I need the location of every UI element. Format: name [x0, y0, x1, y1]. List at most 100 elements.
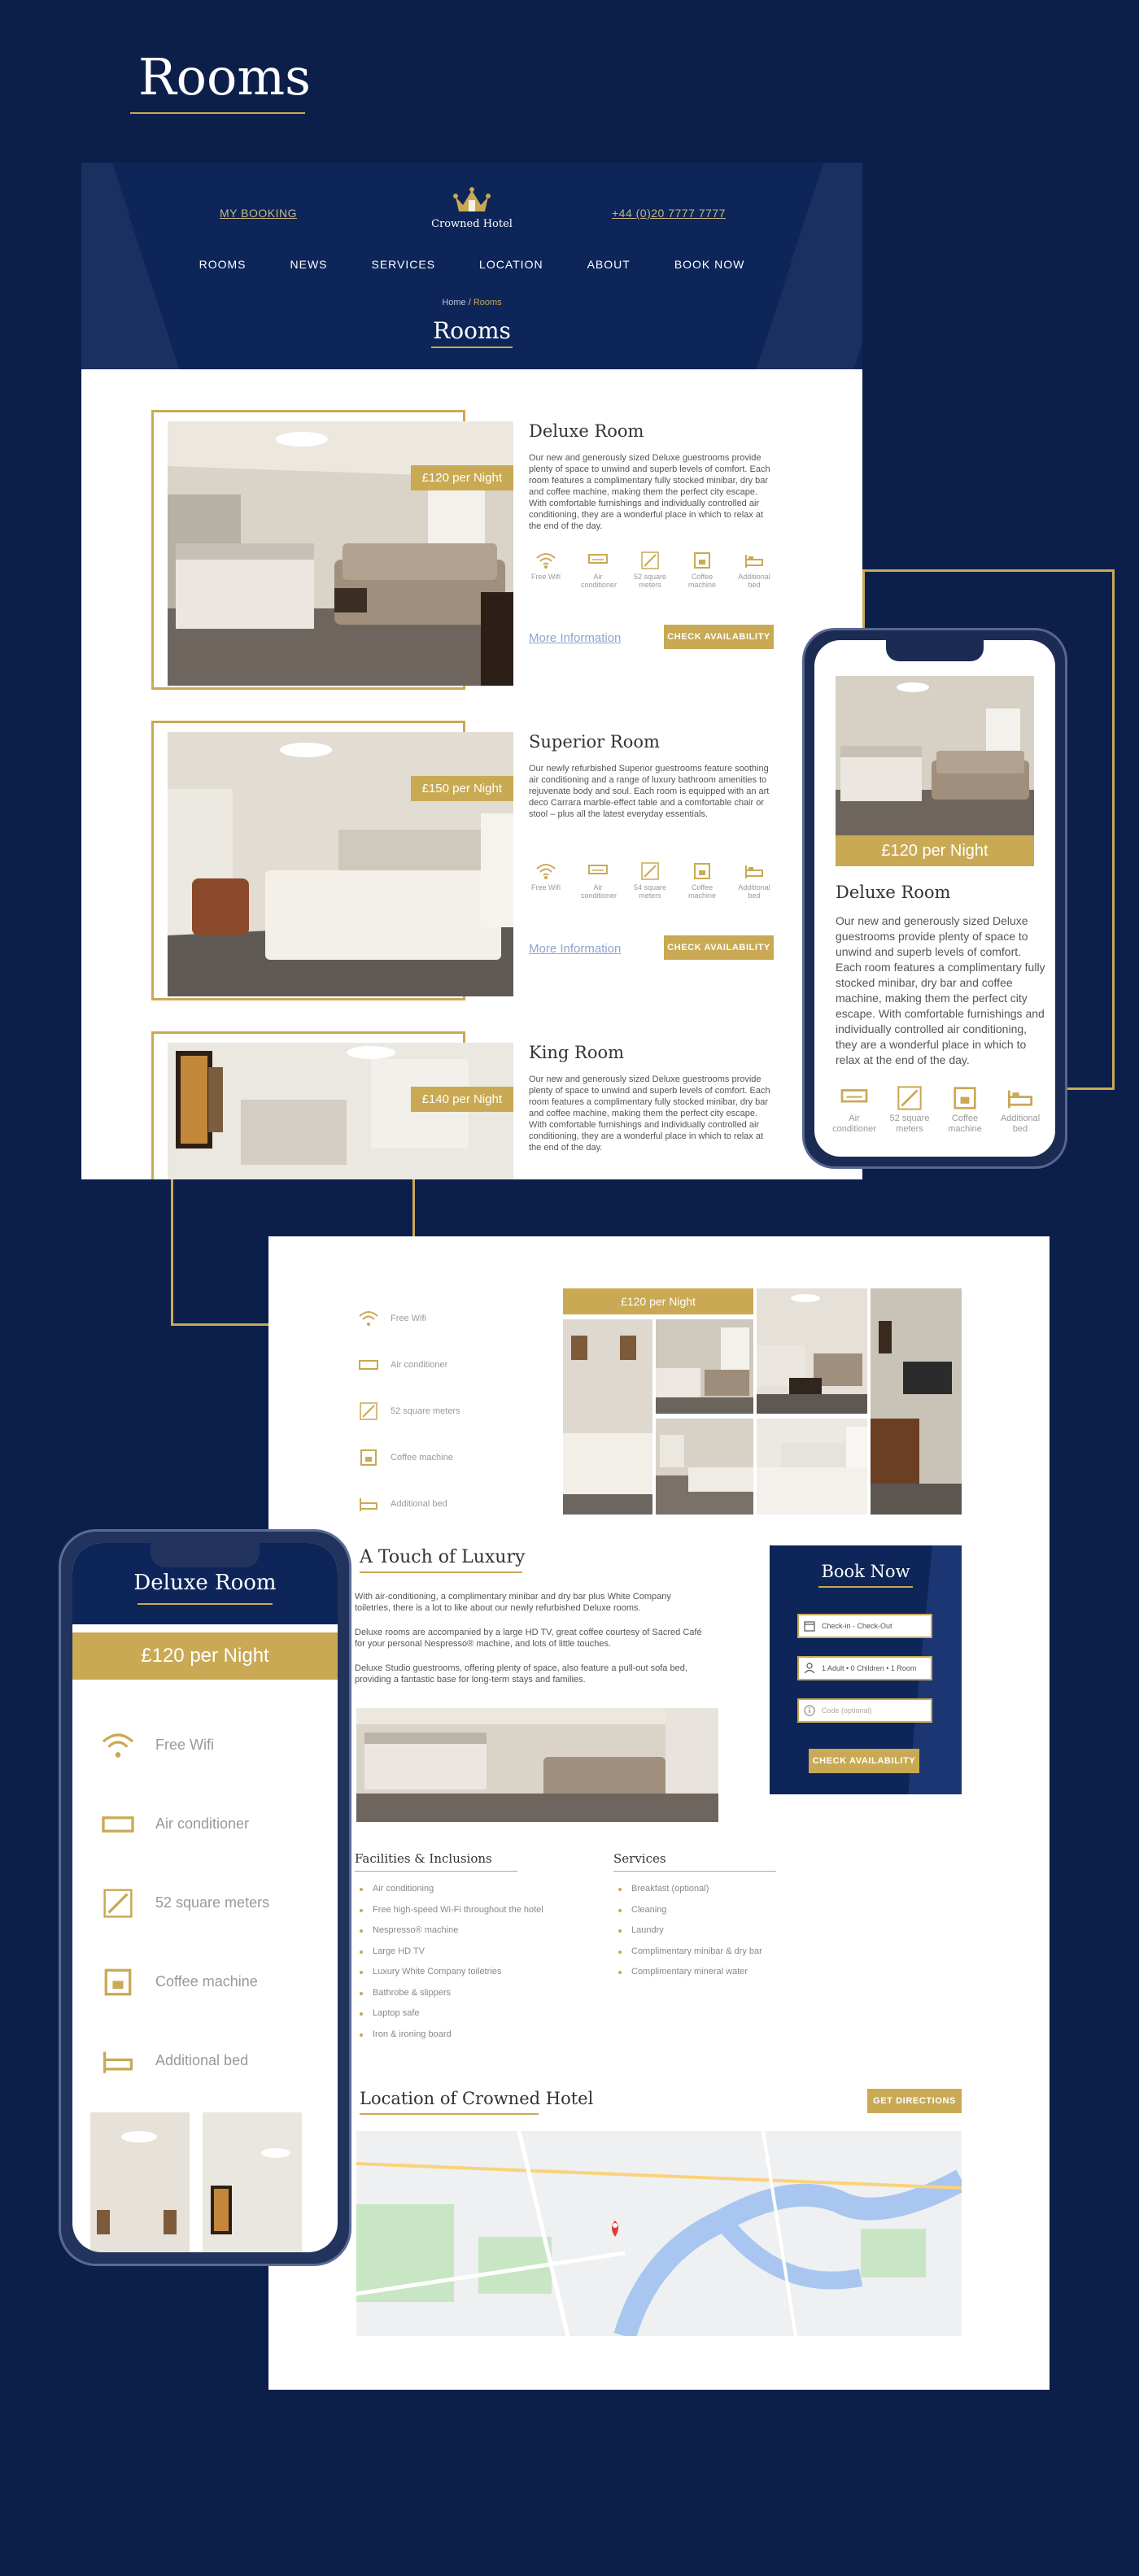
room-name: Superior Room	[529, 732, 660, 752]
list-item: Iron & ironing board	[355, 2025, 543, 2046]
menu-item-about[interactable]: ABOUT	[587, 258, 631, 271]
room-photo[interactable]: £150 per Night	[168, 732, 513, 996]
location-map[interactable]	[356, 2131, 962, 2336]
room-photo[interactable]: £120 per Night	[168, 421, 513, 686]
amenity-bed: Additional bed	[737, 862, 771, 900]
amenities-list: Free Wifi Air conditioner 52 square mete…	[100, 1706, 269, 2100]
amenity-label: Coffee machine	[391, 1452, 453, 1462]
bed-icon	[360, 1497, 377, 1511]
amenity-label: Free Wifi	[155, 1737, 214, 1753]
air-conditioner-icon	[359, 1359, 378, 1370]
phone-link[interactable]: +44 (0)20 7777 7777	[612, 207, 726, 220]
main-menu: ROOMS NEWS SERVICES LOCATION ABOUT BOOK …	[81, 258, 862, 271]
gallery-image-1[interactable]	[563, 1319, 652, 1515]
dates-value: Check-in - Check-Out	[822, 1622, 892, 1630]
facilities-list: Air conditioning Free high-speed Wi-Fi t…	[355, 1879, 543, 2045]
list-item: Laptop safe	[355, 2003, 543, 2025]
phone-screen: £120 per Night Deluxe Room Our new and g…	[814, 640, 1055, 1157]
room-photo[interactable]: £140 per Night	[168, 1043, 513, 1179]
check-availability-button[interactable]: CHECK AVAILABILITY	[664, 625, 774, 649]
menu-item-book-now[interactable]: BOOK NOW	[674, 258, 745, 271]
list-item: Air conditioning	[355, 1879, 543, 1900]
room-title: Deluxe Room	[133, 1571, 277, 1595]
amenity-coffee: Coffee machine	[943, 1086, 987, 1135]
check-availability-button[interactable]: CHECK AVAILABILITY	[809, 1749, 919, 1773]
gallery-image-5[interactable]	[757, 1419, 867, 1515]
paragraph: Deluxe Studio guestrooms, offering plent…	[355, 1663, 687, 1685]
amenity-label: Coffee machine	[687, 883, 717, 900]
phone-notch	[151, 1543, 260, 1567]
amenity-size: 52 square meters	[358, 1388, 460, 1434]
amenities-list: Free Wifi Air conditioner 52 square mete…	[358, 1295, 460, 1527]
page-title: Rooms	[433, 317, 511, 344]
calendar-icon	[804, 1621, 815, 1632]
amenity-coffee: Coffee machine	[358, 1434, 460, 1480]
coffee-machine-icon	[694, 552, 710, 569]
amenity-bed: Additional bed	[100, 2021, 269, 2100]
amenity-label: Additional bed	[155, 2052, 249, 2068]
title-underline	[818, 1586, 913, 1588]
phone-screen: Deluxe Room £120 per Night Free Wifi Air…	[72, 1543, 338, 2252]
amenity-label: Air conditioner	[832, 1114, 876, 1134]
my-booking-link[interactable]: MY BOOKING	[220, 207, 297, 220]
amenity-bed: Additional bed	[737, 551, 771, 589]
gallery-image[interactable]	[90, 2112, 190, 2252]
air-conditioner-icon	[102, 1815, 134, 1833]
breadcrumb-home[interactable]: Home	[442, 298, 465, 307]
promo-code-field[interactable]: Code (optional)	[797, 1698, 932, 1723]
page-header: MY BOOKING +44 (0)20 7777 7777 Crowned H…	[81, 163, 862, 369]
square-meters-icon	[360, 1401, 377, 1420]
services-list: Breakfast (optional) Cleaning Laundry Co…	[613, 1879, 762, 1983]
list-item: Bathrobe & slippers	[355, 1983, 543, 2004]
check-availability-button[interactable]: CHECK AVAILABILITY	[664, 935, 774, 960]
amenity-label: Coffee machine	[948, 1114, 982, 1134]
room-name: Deluxe Room	[836, 883, 951, 902]
crown-logo-icon	[453, 187, 491, 215]
gallery-image-2[interactable]	[656, 1319, 753, 1414]
amenity-label: 52 square meters	[633, 573, 667, 589]
bed-icon	[745, 555, 763, 568]
amenity-label: Additional bed	[1000, 1114, 1041, 1134]
gallery-price-tag: £120 per Night	[563, 1288, 753, 1314]
get-directions-button[interactable]: GET DIRECTIONS	[867, 2089, 962, 2113]
guests-field[interactable]: 1 Adult • 0 Children • 1 Room	[797, 1656, 932, 1680]
list-item: Large HD TV	[355, 1942, 543, 1963]
amenities-row: Free Wifi Air conditioner 52 square mete…	[529, 551, 771, 589]
bed-icon	[745, 865, 763, 878]
room-name: Deluxe Room	[529, 421, 644, 441]
list-item: Complimentary minibar & dry bar	[613, 1942, 762, 1963]
title-underline	[355, 1871, 517, 1872]
gallery-image-6[interactable]	[871, 1288, 962, 1515]
menu-item-news[interactable]: NEWS	[290, 258, 328, 271]
price-tag: £140 per Night	[410, 1087, 513, 1112]
menu-item-services[interactable]: SERVICES	[372, 258, 436, 271]
phone-mockup-room-card: £120 per Night Deluxe Room Our new and g…	[802, 628, 1067, 1169]
menu-item-rooms[interactable]: ROOMS	[199, 258, 247, 271]
paragraph: Deluxe rooms are accompanied by a large …	[355, 1628, 702, 1649]
amenities-row: Free Wifi Air conditioner 54 square mete…	[529, 862, 771, 900]
title-underline	[360, 2113, 539, 2115]
room-photo[interactable]	[836, 676, 1034, 835]
amenity-label: 52 square meters	[155, 1894, 270, 1911]
services-title: Services	[613, 1851, 666, 1866]
gallery-image-4[interactable]	[757, 1288, 867, 1414]
room-description: Our new and generously sized Deluxe gues…	[529, 1074, 770, 1153]
dates-field[interactable]: Check-in - Check-Out	[797, 1614, 932, 1638]
amenity-label: Free Wifi	[531, 573, 561, 581]
more-information-link[interactable]: More Information	[529, 631, 621, 645]
bed-icon	[1008, 1090, 1032, 1109]
price-tag: £120 per Night	[72, 1632, 338, 1680]
hotel-logo[interactable]: Crowned Hotel	[423, 187, 521, 230]
bed-icon	[103, 2051, 133, 2073]
room-description: Our newly refurbished Superior guestroom…	[529, 764, 770, 819]
square-meters-icon	[103, 1888, 133, 1918]
menu-item-location[interactable]: LOCATION	[479, 258, 543, 271]
more-information-link[interactable]: More Information	[529, 942, 621, 956]
room-wide-photo[interactable]	[356, 1708, 718, 1822]
title-underline	[137, 1603, 273, 1605]
gallery-image-3[interactable]	[656, 1419, 753, 1515]
amenity-coffee: Coffee machine	[100, 1942, 269, 2021]
gallery-image[interactable]	[203, 2112, 302, 2252]
coffee-machine-icon	[694, 863, 710, 879]
amenities-row: Air conditioner 52 square meters Coffee …	[832, 1086, 1042, 1135]
